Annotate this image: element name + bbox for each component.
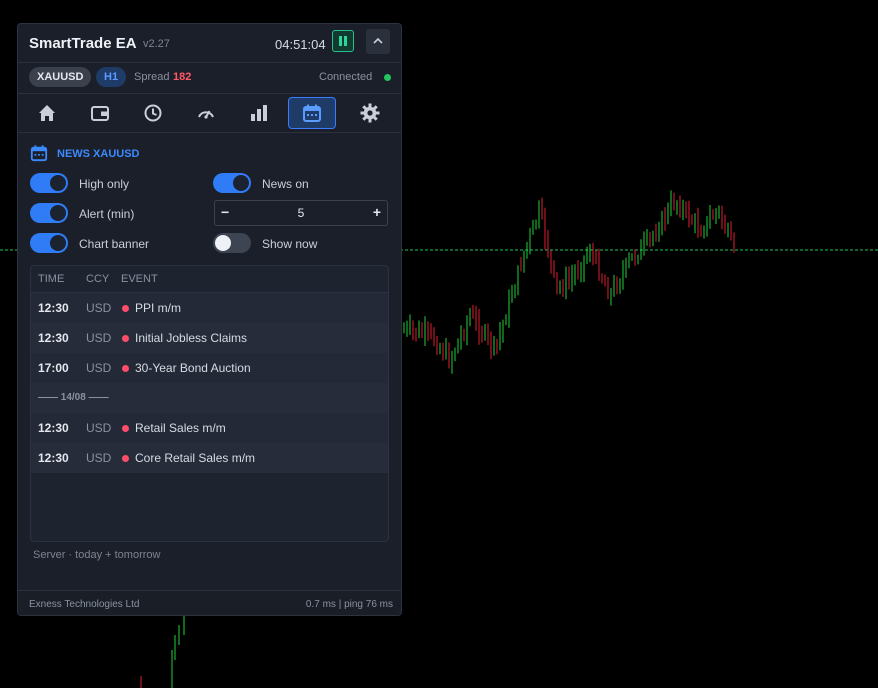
time-scope-note: Server · today + tomorrow xyxy=(33,549,161,561)
column-ccy: CCY xyxy=(86,273,110,285)
gauge-icon xyxy=(198,110,214,119)
calendar-icon xyxy=(303,104,321,122)
clock-icon xyxy=(144,104,162,122)
spread-value: 182 xyxy=(173,71,192,83)
tab-performance[interactable] xyxy=(182,97,230,129)
table-row[interactable]: 12:30 USD Retail Sales m/m xyxy=(31,413,388,443)
tab-home[interactable] xyxy=(23,97,71,129)
event-name: Core Retail Sales m/m xyxy=(135,451,256,465)
chart-banner-label: Chart banner xyxy=(79,237,150,251)
latency-info: 0.7 ms | ping 76 ms xyxy=(305,599,393,610)
event-time: 17:00 xyxy=(38,361,69,375)
event-currency: USD xyxy=(86,361,112,375)
chevron-up-icon xyxy=(373,37,383,44)
event-currency: USD xyxy=(86,421,112,435)
event-currency: USD xyxy=(86,301,112,315)
news-on-label: News on xyxy=(262,177,309,191)
event-currency: USD xyxy=(86,451,112,465)
table-row[interactable]: 17:00 USD 30-Year Bond Auction xyxy=(31,353,388,383)
column-event: EVENT xyxy=(121,273,158,285)
pause-icon-bar-left xyxy=(339,36,342,46)
date-separator: —— 14/08 —— xyxy=(38,392,109,403)
tab-history[interactable] xyxy=(129,97,177,129)
event-currency: USD xyxy=(86,331,112,345)
news-table: TIME CCY EVENT 12:30 USD PPI m/m 12:30 U… xyxy=(30,265,389,542)
wallet-icon xyxy=(91,106,109,121)
table-row[interactable]: 12:30 USD Initial Jobless Claims xyxy=(31,323,388,353)
news-on-toggle[interactable] xyxy=(213,173,251,193)
tab-news[interactable] xyxy=(288,97,336,129)
timeframe-badge[interactable]: H1 xyxy=(96,67,127,87)
tab-settings[interactable] xyxy=(346,97,394,129)
alert-minutes-value[interactable]: 5 xyxy=(215,206,387,220)
broker-name: Exness Technologies Ltd xyxy=(29,599,140,610)
bar-chart-icon xyxy=(251,105,267,121)
column-time: TIME xyxy=(38,273,65,285)
symbol-bar: XAUUSD H1 Spread 182 Connected xyxy=(18,63,401,94)
impact-dot xyxy=(122,425,129,432)
alert-min-label: Alert (min) xyxy=(79,207,135,221)
home-icon xyxy=(39,105,55,121)
tab-wallet[interactable] xyxy=(76,97,124,129)
high-only-toggle[interactable] xyxy=(30,173,68,193)
table-row[interactable]: 12:30 USD Core Retail Sales m/m xyxy=(31,443,388,473)
event-name: Initial Jobless Claims xyxy=(135,331,248,345)
server-clock: 04:51:04 xyxy=(275,37,326,52)
collapse-button[interactable] xyxy=(366,29,390,54)
impact-dot xyxy=(122,455,129,462)
alert-minutes-stepper: − 5 + xyxy=(214,200,388,226)
ea-panel: SmartTrade EA v2.27 04:51:04 XAUUSD H1 S… xyxy=(17,23,402,616)
event-time: 12:30 xyxy=(38,421,69,435)
chart-banner-toggle[interactable] xyxy=(30,233,68,253)
high-only-label: High only xyxy=(79,177,130,191)
connection-dot xyxy=(384,74,391,81)
show-now-toggle[interactable] xyxy=(213,233,251,253)
impact-dot xyxy=(122,305,129,312)
alert-min-toggle[interactable] xyxy=(30,203,68,223)
spread-label: Spread xyxy=(134,71,170,83)
pause-button[interactable] xyxy=(332,30,354,52)
panel-header: SmartTrade EA v2.27 04:51:04 xyxy=(18,24,401,63)
impact-dot xyxy=(122,335,129,342)
show-now-label: Show now xyxy=(262,237,318,251)
news-section-title: NEWS XAUUSD xyxy=(57,148,140,160)
date-separator-row: —— 14/08 —— xyxy=(31,383,388,413)
tab-bar xyxy=(18,94,401,133)
gear-icon xyxy=(360,103,380,123)
event-time: 12:30 xyxy=(38,331,69,345)
impact-dot xyxy=(122,365,129,372)
panel-title: SmartTrade EA xyxy=(29,35,137,52)
event-name: PPI m/m xyxy=(135,301,182,315)
stepper-increment-button[interactable]: + xyxy=(373,204,381,220)
event-time: 12:30 xyxy=(38,451,69,465)
version-label: v2.27 xyxy=(143,38,170,50)
tab-statistics[interactable] xyxy=(235,97,283,129)
news-table-header: TIME CCY EVENT xyxy=(31,266,388,293)
event-name: Retail Sales m/m xyxy=(135,421,226,435)
pause-icon-bar-right xyxy=(344,36,347,46)
symbol-badge[interactable]: XAUUSD xyxy=(29,67,92,87)
table-row[interactable]: 12:30 USD PPI m/m xyxy=(31,293,388,323)
news-calendar-icon xyxy=(30,145,48,162)
event-name: 30-Year Bond Auction xyxy=(135,361,251,375)
event-time: 12:30 xyxy=(38,301,69,315)
panel-footer: Exness Technologies Ltd 0.7 ms | ping 76… xyxy=(18,590,401,615)
connection-status: Connected xyxy=(319,71,373,83)
